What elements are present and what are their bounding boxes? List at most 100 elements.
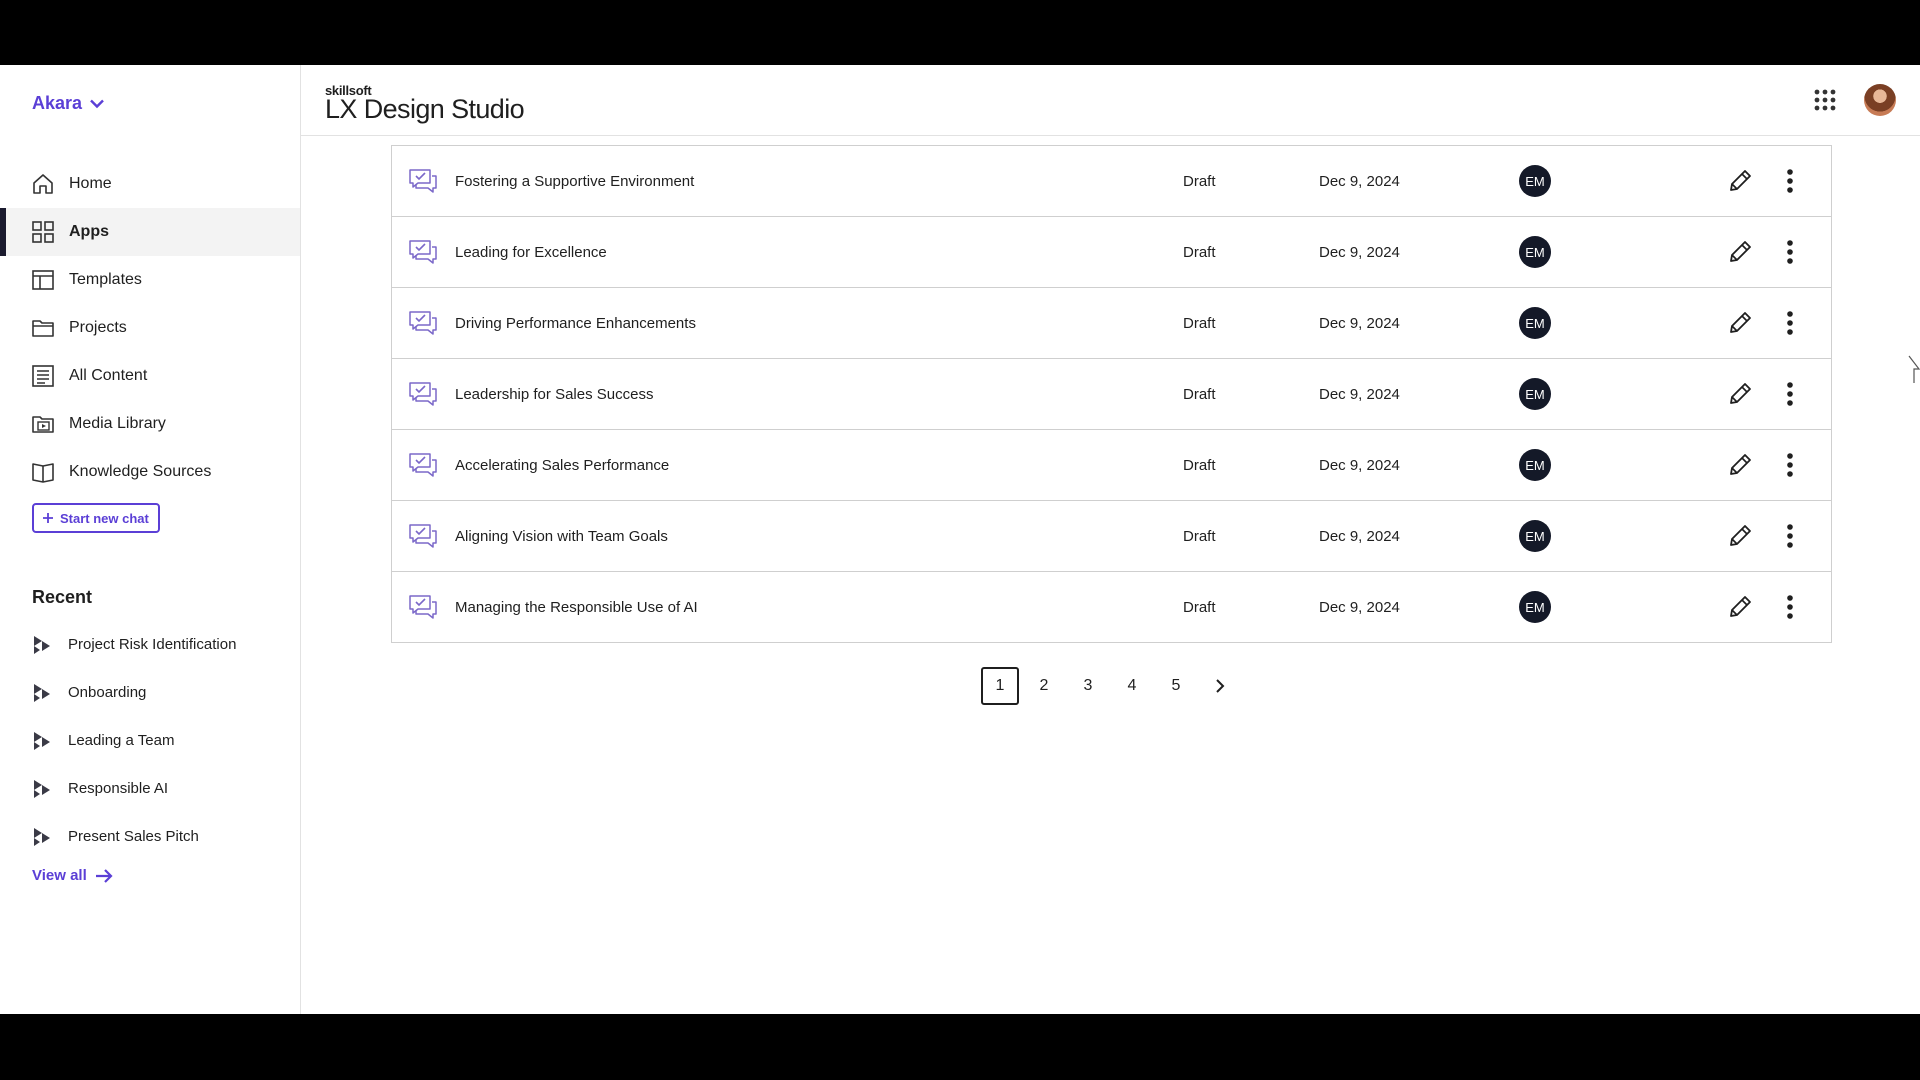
- brand-logo[interactable]: skillsoft LX Design Studio: [325, 83, 525, 125]
- more-vertical-icon[interactable]: [1785, 310, 1795, 336]
- table-row[interactable]: Leading for Excellence Draft Dec 9, 2024…: [392, 216, 1831, 287]
- row-date: Dec 9, 2024: [1319, 243, 1400, 261]
- row-title[interactable]: Managing the Responsible Use of AI: [455, 599, 698, 616]
- page-2-button[interactable]: 2: [1025, 667, 1063, 705]
- sidebar-item-apps[interactable]: Apps: [0, 208, 300, 256]
- folder-icon: [32, 320, 54, 337]
- recent-app-icon: [34, 684, 50, 702]
- user-avatar[interactable]: [1864, 84, 1896, 116]
- app-window: Akara Home Apps Templates Projects All C…: [0, 65, 1920, 1014]
- table-row[interactable]: Leadership for Sales Success Draft Dec 9…: [392, 358, 1831, 429]
- recent-item[interactable]: Responsible AI: [0, 764, 300, 812]
- sidebar-item-label: Templates: [69, 271, 142, 288]
- row-title[interactable]: Leadership for Sales Success: [455, 386, 653, 403]
- recent-item-label: Onboarding: [68, 683, 147, 701]
- sidebar-item-knowledge-sources[interactable]: Knowledge Sources: [0, 448, 300, 496]
- row-status: Draft: [1183, 598, 1216, 616]
- workspace-switcher[interactable]: Akara: [32, 93, 104, 114]
- app-launcher-icon[interactable]: [1813, 88, 1837, 112]
- recent-item[interactable]: Project Risk Identification: [0, 620, 300, 668]
- page-4-button[interactable]: 4: [1113, 667, 1151, 705]
- mouse-cursor-icon: [1908, 355, 1920, 383]
- recent-item[interactable]: Onboarding: [0, 668, 300, 716]
- pencil-icon[interactable]: [1727, 310, 1753, 336]
- more-vertical-icon[interactable]: [1785, 594, 1795, 620]
- recent-item[interactable]: Leading a Team: [0, 716, 300, 764]
- workspace-name: Akara: [32, 93, 83, 113]
- owner-avatar: EM: [1519, 307, 1551, 339]
- chat-review-icon: [409, 595, 437, 619]
- chat-review-icon: [409, 240, 437, 264]
- row-title[interactable]: Aligning Vision with Team Goals: [455, 528, 668, 545]
- row-date: Dec 9, 2024: [1319, 385, 1400, 403]
- brand-title: LX Design Studio: [325, 94, 525, 124]
- view-all-link[interactable]: View all: [32, 867, 113, 884]
- row-status: Draft: [1183, 527, 1216, 545]
- plus-icon: [43, 513, 53, 523]
- sidebar-item-projects[interactable]: Projects: [0, 304, 300, 352]
- owner-avatar: EM: [1519, 449, 1551, 481]
- more-vertical-icon[interactable]: [1785, 452, 1795, 478]
- row-status: Draft: [1183, 172, 1216, 190]
- arrow-right-icon: [95, 868, 113, 883]
- recent-item-label: Responsible AI: [68, 779, 169, 797]
- chevron-down-icon: [90, 99, 104, 108]
- sidebar-item-label: Home: [69, 175, 112, 192]
- content-table: Fostering a Supportive Environment Draft…: [391, 145, 1832, 643]
- next-page-button[interactable]: [1201, 667, 1239, 705]
- start-new-chat-button[interactable]: Start new chat: [32, 503, 160, 533]
- row-date: Dec 9, 2024: [1319, 456, 1400, 474]
- pencil-icon[interactable]: [1727, 523, 1753, 549]
- recent-app-icon: [34, 828, 50, 846]
- content-icon: [32, 365, 54, 387]
- row-title[interactable]: Accelerating Sales Performance: [455, 457, 669, 474]
- home-icon: [33, 174, 53, 194]
- sidebar: Akara Home Apps Templates Projects All C…: [0, 65, 301, 1014]
- sidebar-item-label: Projects: [69, 319, 127, 336]
- more-vertical-icon[interactable]: [1785, 381, 1795, 407]
- row-date: Dec 9, 2024: [1319, 314, 1400, 332]
- sidebar-item-all-content[interactable]: All Content: [0, 352, 300, 400]
- chat-review-icon: [409, 311, 437, 335]
- recent-list: Project Risk Identification Onboarding L…: [0, 620, 300, 860]
- sidebar-item-templates[interactable]: Templates: [0, 256, 300, 304]
- chevron-right-icon: [1216, 679, 1225, 693]
- recent-app-icon: [34, 780, 50, 798]
- table-row[interactable]: Driving Performance Enhancements Draft D…: [392, 287, 1831, 358]
- chat-review-icon: [409, 169, 437, 193]
- sidebar-item-media-library[interactable]: Media Library: [0, 400, 300, 448]
- pencil-icon[interactable]: [1727, 452, 1753, 478]
- recent-item-label: Present Sales Pitch: [68, 827, 199, 845]
- table-row[interactable]: Managing the Responsible Use of AI Draft…: [392, 571, 1831, 642]
- table-row[interactable]: Fostering a Supportive Environment Draft…: [392, 145, 1831, 216]
- pencil-icon[interactable]: [1727, 168, 1753, 194]
- sidebar-item-label: Media Library: [69, 415, 166, 432]
- pencil-icon[interactable]: [1727, 594, 1753, 620]
- sidebar-item-label: Knowledge Sources: [69, 463, 212, 480]
- table-row[interactable]: Accelerating Sales Performance Draft Dec…: [392, 429, 1831, 500]
- recent-item-label: Leading a Team: [68, 731, 175, 749]
- page-3-button[interactable]: 3: [1069, 667, 1107, 705]
- more-vertical-icon[interactable]: [1785, 523, 1795, 549]
- owner-avatar: EM: [1519, 520, 1551, 552]
- book-icon: [32, 463, 54, 483]
- page-5-button[interactable]: 5: [1157, 667, 1195, 705]
- table-row[interactable]: Aligning Vision with Team Goals Draft De…: [392, 500, 1831, 571]
- sidebar-item-home[interactable]: Home: [0, 160, 300, 208]
- row-status: Draft: [1183, 385, 1216, 403]
- recent-app-icon: [34, 636, 50, 654]
- row-title[interactable]: Driving Performance Enhancements: [455, 315, 696, 332]
- more-vertical-icon[interactable]: [1785, 239, 1795, 265]
- more-vertical-icon[interactable]: [1785, 168, 1795, 194]
- row-title[interactable]: Leading for Excellence: [455, 244, 607, 261]
- recent-item[interactable]: Present Sales Pitch: [0, 812, 300, 860]
- pencil-icon[interactable]: [1727, 381, 1753, 407]
- owner-avatar: EM: [1519, 378, 1551, 410]
- pencil-icon[interactable]: [1727, 239, 1753, 265]
- page-1-button[interactable]: 1: [981, 667, 1019, 705]
- view-all-label: View all: [32, 867, 87, 884]
- chat-review-icon: [409, 453, 437, 477]
- apps-icon: [32, 221, 54, 243]
- sidebar-nav: Home Apps Templates Projects All Content…: [0, 160, 300, 496]
- row-title[interactable]: Fostering a Supportive Environment: [455, 173, 694, 190]
